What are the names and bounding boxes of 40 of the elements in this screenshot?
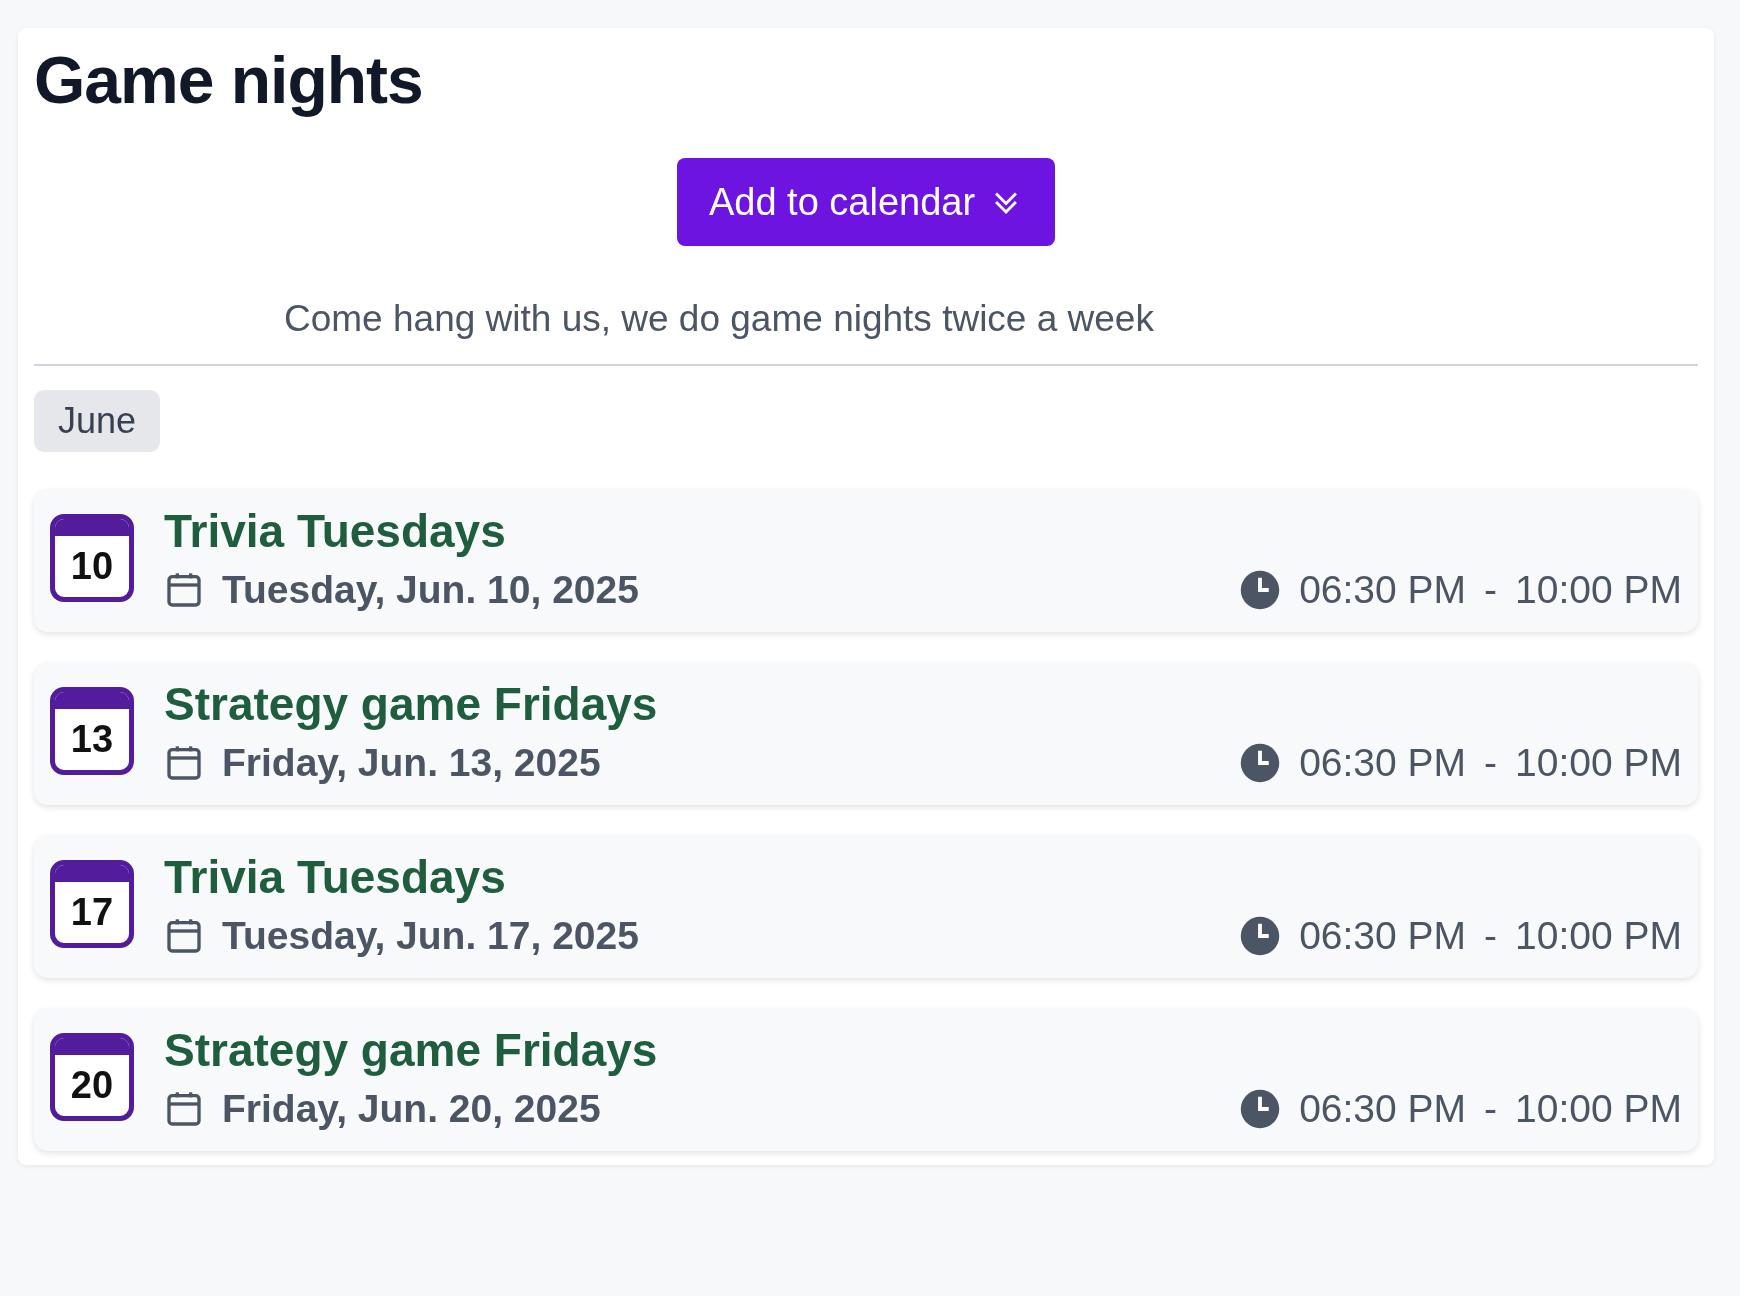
clock-icon bbox=[1239, 915, 1282, 957]
month-label: June bbox=[34, 390, 161, 452]
page-title: Game nights bbox=[34, 42, 423, 118]
end-time: 10:00 PM bbox=[1515, 914, 1682, 958]
event-card[interactable]: 13 Strategy game Fridays Friday, Jun. 13, 2025 06:30 PM - 10:00 PM bbox=[34, 663, 1698, 805]
event-card[interactable]: 10 Trivia Tuesdays Tuesday, Jun. 10, 2025 06:30 PM - 10:00 PM bbox=[34, 490, 1698, 632]
time-separator: - bbox=[1484, 568, 1498, 612]
event-title: Strategy game Fridays bbox=[164, 1023, 658, 1077]
event-title: Trivia Tuesdays bbox=[164, 850, 506, 904]
event-card[interactable]: 20 Strategy game Fridays Friday, Jun. 20, 2025 06:30 PM - 10:00 PM bbox=[34, 1009, 1698, 1151]
event-date: Tuesday, Jun. 10, 2025 bbox=[222, 568, 639, 612]
clock-icon bbox=[1239, 742, 1282, 784]
time-separator: - bbox=[1484, 741, 1498, 785]
end-time: 10:00 PM bbox=[1515, 741, 1682, 785]
add-to-calendar-button[interactable]: Add to calendar bbox=[676, 158, 1056, 246]
start-time: 06:30 PM bbox=[1299, 1087, 1467, 1131]
time-separator: - bbox=[1484, 1087, 1498, 1131]
clock-icon bbox=[1239, 569, 1282, 611]
end-time: 10:00 PM bbox=[1515, 568, 1682, 612]
start-time: 06:30 PM bbox=[1299, 741, 1467, 785]
calendar-icon bbox=[164, 1089, 204, 1129]
date-badge: 20 bbox=[50, 1033, 134, 1121]
event-date: Friday, Jun. 20, 2025 bbox=[222, 1087, 601, 1131]
calendar-icon bbox=[164, 916, 204, 956]
event-card[interactable]: 17 Trivia Tuesdays Tuesday, Jun. 17, 2025 06:30 PM - 10:00 PM bbox=[34, 836, 1698, 978]
end-time: 10:00 PM bbox=[1515, 1087, 1682, 1131]
calendar-icon bbox=[164, 570, 204, 610]
start-time: 06:30 PM bbox=[1299, 568, 1467, 612]
start-time: 06:30 PM bbox=[1299, 914, 1467, 958]
event-date: Friday, Jun. 13, 2025 bbox=[222, 741, 601, 785]
clock-icon bbox=[1239, 1088, 1282, 1130]
calendar-icon bbox=[164, 743, 204, 783]
time-separator: - bbox=[1484, 914, 1498, 958]
date-badge: 10 bbox=[50, 514, 134, 602]
event-title: Trivia Tuesdays bbox=[164, 504, 506, 558]
description: Come hang with us, we do game nights twice a week bbox=[284, 298, 1154, 340]
event-date: Tuesday, Jun. 17, 2025 bbox=[222, 914, 639, 958]
date-badge: 17 bbox=[50, 860, 134, 948]
date-badge: 13 bbox=[50, 687, 134, 775]
event-title: Strategy game Fridays bbox=[164, 677, 658, 731]
